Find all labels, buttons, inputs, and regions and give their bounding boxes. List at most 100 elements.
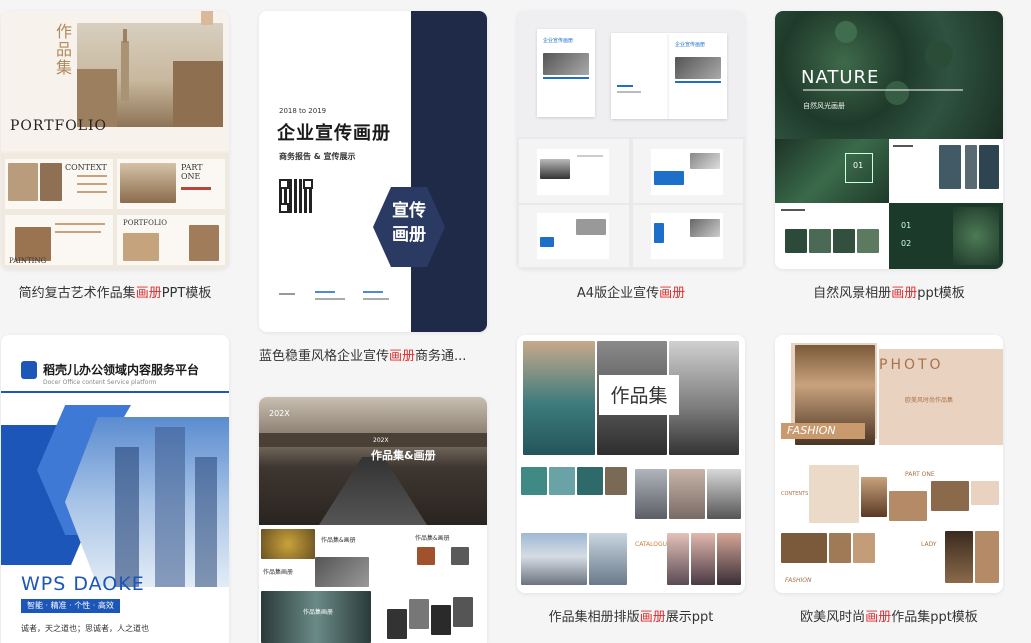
- page-right: 企业宣传画册: [669, 33, 727, 119]
- template-thumbnail[interactable]: 202X 202X 作品集&画册 作品集&画册 作品集画册 作品集&画册 作品集…: [259, 397, 487, 643]
- cover-title: 作品集: [56, 22, 73, 77]
- tagline-badge: 智能 · 精准 · 个性 · 高效: [21, 599, 120, 613]
- slide-part-one: CONTENTS PART ONE: [775, 461, 1003, 527]
- template-thumbnail[interactable]: 作品集 PORTFOLIO CONTEXT PART ONE PAINTING …: [1, 11, 229, 269]
- cathedral-photo: [77, 23, 223, 127]
- slide-mountains: [631, 461, 745, 525]
- lagoon-photo: [523, 341, 595, 455]
- platform-title: 稻壳儿办公领域内容服务平台: [43, 363, 200, 377]
- fashion-label: FASHION: [787, 424, 836, 437]
- slide-waterfall: 作品集画册: [259, 589, 373, 643]
- template-title[interactable]: 自然风景相册画册ppt模板: [775, 282, 1003, 301]
- template-card-a4-corporate[interactable]: 企业宣传画册 企业宣传画册 A4版企业宣传画册: [517, 11, 745, 301]
- template-title[interactable]: 作品集相册排版画册展示ppt: [517, 606, 745, 625]
- divider: [1, 391, 229, 393]
- spread-cover: 企业宣传画册 企业宣传画册: [517, 11, 745, 137]
- daoke-logo: [21, 361, 37, 379]
- slide-heading: 作品集画册: [263, 569, 294, 576]
- footer-line: [279, 293, 295, 295]
- template-card-retro-portfolio[interactable]: 作品集 PORTFOLIO CONTEXT PART ONE PAINTING …: [1, 11, 229, 301]
- template-thumbnail[interactable]: 稻壳儿办公领域内容服务平台 Docer Office content Servi…: [1, 335, 229, 643]
- year-label: 202X: [373, 437, 389, 444]
- spread-4: [519, 205, 629, 267]
- page-heading: 企业宣传画册: [675, 42, 706, 48]
- badge-line-1: 宣传: [392, 201, 426, 221]
- slide-heading: 作品集&画册: [321, 537, 356, 544]
- slide-beautiful: [775, 203, 889, 269]
- cover-subtitle: PORTFOLIO: [10, 118, 108, 134]
- template-title[interactable]: 简约复古艺术作品集画册PPT模板: [1, 282, 229, 301]
- brochure-title: 企业宣传画册: [277, 123, 391, 144]
- badge-line-2: 画册: [392, 225, 426, 245]
- footer-line: [315, 298, 345, 300]
- slide-nature-grid: [889, 139, 1003, 203]
- template-title[interactable]: 欧美风时尚画册作品集ppt模板: [775, 606, 1003, 625]
- cover-slide: 作品集 PORTFOLIO: [1, 11, 229, 151]
- slide-contents: CONTEXT: [5, 159, 113, 209]
- part-one-heading: PART ONE: [181, 163, 203, 181]
- slide-coast: [517, 461, 631, 525]
- slide-numbers: 01 02: [889, 203, 1003, 269]
- cover-title: 作品集&画册: [371, 449, 436, 462]
- painting-label: PAINTING: [9, 257, 47, 265]
- slide-heading: 作品集画册: [303, 609, 334, 616]
- slide-heading: 作品集&画册: [415, 535, 450, 542]
- year-range: 2018 to 2019: [279, 107, 327, 115]
- template-title[interactable]: 蓝色稳重风格企业宣传画册商务通...: [259, 345, 487, 364]
- part-one-label: PART ONE: [905, 471, 935, 478]
- page-middle: [611, 33, 669, 119]
- template-thumbnail[interactable]: 作品集 CATALOGUE: [517, 335, 745, 593]
- footer-line: [363, 298, 389, 300]
- slide-number-01: 01: [901, 221, 912, 230]
- nature-subtitle: 自然风光画册: [803, 102, 845, 110]
- motto: 诚者，天之道也；思诚者，人之道也: [21, 624, 149, 633]
- accent-block: [201, 11, 213, 25]
- slide-painting: PAINTING: [5, 215, 113, 265]
- spread-2: [519, 139, 629, 203]
- spread-3: [633, 139, 743, 203]
- slide-squares: 作品集&画册: [373, 525, 487, 587]
- template-card-railway-portfolio[interactable]: 202X 202X 作品集&画册 作品集&画册 作品集画册 作品集&画册 作品集…: [259, 397, 487, 643]
- template-card-fashion-portfolio[interactable]: PHOTO 欧美风时尚作品集 FASHION CONTENTS PART ONE…: [775, 335, 1003, 625]
- template-card-nature-album[interactable]: NATURE 自然风光画册 01 01 02 自然风景相册画册ppt模板: [775, 11, 1003, 301]
- template-thumbnail[interactable]: PHOTO 欧美风时尚作品集 FASHION CONTENTS PART ONE…: [775, 335, 1003, 593]
- forest-cover: NATURE 自然风光画册: [775, 11, 1003, 139]
- footer-line: [315, 291, 335, 293]
- slide-catalogue: CATALOGUE: [631, 527, 745, 591]
- slide-forest: 01: [775, 139, 889, 203]
- slide-leaf: 作品集&画册 作品集画册: [259, 525, 373, 587]
- inner-slides: CONTEXT PART ONE PAINTING PORTFOLIO: [1, 153, 229, 269]
- portfolio-label: PORTFOLIO: [123, 219, 168, 227]
- page-left: 企业宣传画册: [537, 29, 595, 117]
- lighthouse-photo: [669, 341, 739, 455]
- skyscraper-photo: [65, 417, 229, 587]
- slide-portfolio: PORTFOLIO: [117, 215, 225, 265]
- fashion-footer-label: FASHION: [785, 577, 812, 584]
- brochure-subtitle: 商务报告 & 宣传展示: [279, 152, 356, 161]
- slide-collage: [373, 589, 487, 643]
- year-label: 202X: [269, 409, 290, 418]
- template-card-blue-corporate[interactable]: 2018 to 2019 企业宣传画册 商务报告 & 宣传展示 宣传 画册 蓝色…: [259, 11, 487, 364]
- template-title[interactable]: A4版企业宣传画册: [517, 282, 745, 301]
- slide-number: 01: [853, 161, 864, 170]
- fashion-cover: PHOTO 欧美风时尚作品集 FASHION: [775, 335, 1003, 461]
- platform-subtitle: Docer Office content Service platform: [43, 379, 157, 386]
- template-card-wps-daoke[interactable]: 稻壳儿办公领域内容服务平台 Docer Office content Servi…: [1, 335, 229, 643]
- template-thumbnail[interactable]: NATURE 自然风光画册 01 01 02: [775, 11, 1003, 269]
- navy-side-panel: [411, 11, 487, 332]
- slide-number-02: 02: [901, 239, 912, 248]
- contents-label: CONTENTS: [781, 491, 809, 497]
- template-card-photo-layout[interactable]: 作品集 CATALOGUE 作品集相册排版画册展示ppt: [517, 335, 745, 625]
- contents-heading: CONTEXT: [65, 163, 107, 172]
- template-thumbnail[interactable]: 2018 to 2019 企业宣传画册 商务报告 & 宣传展示 宣传 画册: [259, 11, 487, 332]
- wps-daoke-title: WPS DAOKE: [21, 573, 145, 595]
- cover-subtitle: 欧美风时尚作品集: [905, 397, 954, 404]
- slide-peaks: [517, 527, 631, 591]
- collection-title: 作品集: [610, 385, 668, 407]
- nature-title: NATURE: [801, 67, 880, 88]
- slide-lady: FASHION LADY: [775, 527, 1003, 593]
- template-thumbnail[interactable]: 企业宣传画册 企业宣传画册: [517, 11, 745, 269]
- catalogue-label: CATALOGUE: [635, 541, 671, 548]
- photo-title: PHOTO: [879, 357, 944, 373]
- lady-label: LADY: [921, 541, 937, 548]
